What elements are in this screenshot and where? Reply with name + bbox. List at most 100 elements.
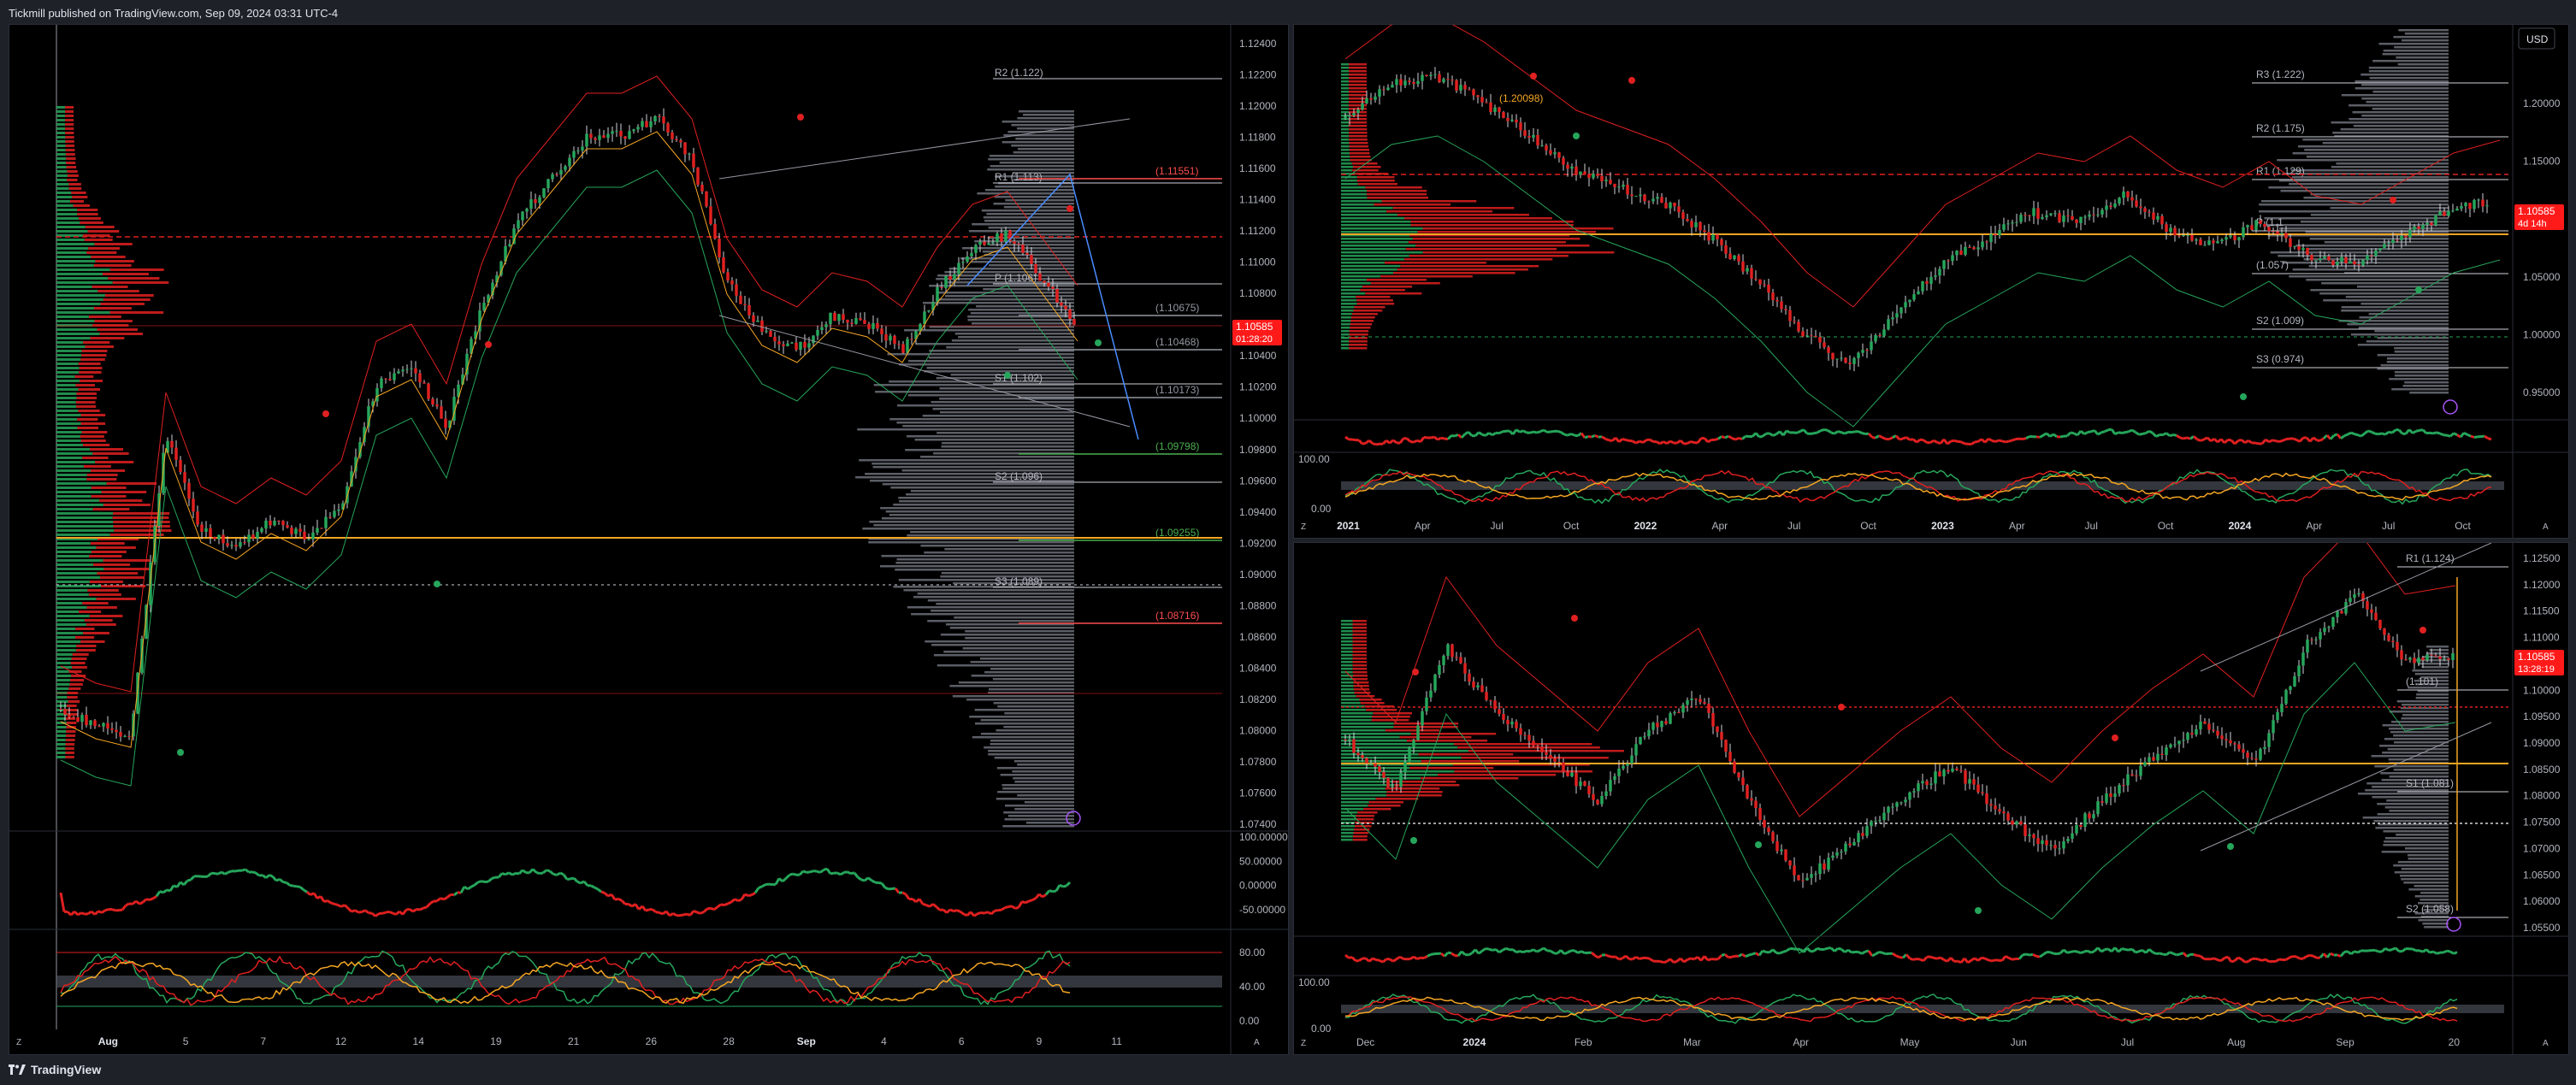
br-candle xyxy=(1438,664,1441,675)
tradingview-brand[interactable]: TradingView xyxy=(31,1059,101,1080)
top-right-chart-panel[interactable]: 1.200001.150001.100001.050001.000000.950… xyxy=(1293,15,2569,539)
tr-candle xyxy=(1758,279,1762,285)
tr-candle xyxy=(1976,247,1980,250)
br-candle xyxy=(1955,768,1959,770)
tr-candle xyxy=(2169,227,2172,233)
tr-osc1-line xyxy=(2005,439,2010,444)
left-osc1-line xyxy=(724,902,729,906)
br-candle xyxy=(1489,699,1492,701)
left-volume-profile-bar xyxy=(56,149,66,151)
tr-candle xyxy=(2468,203,2472,209)
tr-osc1-line xyxy=(1519,429,1524,433)
left-volume-profile-bar xyxy=(56,628,76,630)
left-osc1-line xyxy=(422,905,428,910)
tr-osc1-line xyxy=(2059,434,2065,439)
left-volume-profile-bar xyxy=(56,388,79,391)
left-volume-profile-bar xyxy=(69,683,83,686)
br-candle xyxy=(1510,722,1514,725)
tr-volume-profile-bar xyxy=(1404,217,1552,220)
bottom-right-chart-svg[interactable]: 1.125001.120001.115001.110001.105001.100… xyxy=(1294,525,2568,1054)
left-volume-profile-bar xyxy=(936,298,1074,301)
br-osc1-line xyxy=(2172,952,2177,957)
left-osc1-line xyxy=(152,895,157,900)
left-osc1-line xyxy=(871,879,876,884)
left-volume-profile-bar xyxy=(56,512,114,515)
left-volume-profile-bar xyxy=(889,380,1074,383)
tr-alert-icon[interactable] xyxy=(2443,399,2458,415)
tr-volume-profile-bar xyxy=(2280,190,2449,192)
tr-osc1-line xyxy=(2408,428,2414,434)
top-right-chart-svg[interactable]: 1.200001.150001.100001.050001.000000.950… xyxy=(1294,15,2568,538)
left-candle xyxy=(337,509,340,511)
br-candle xyxy=(2049,845,2053,846)
tr-candle xyxy=(1425,74,1428,77)
tr-osc1-line xyxy=(1974,439,1979,444)
br-volume-profile-bar xyxy=(1341,692,1355,694)
tr-volume-profile-bar xyxy=(2361,97,2449,100)
tr-volume-profile-bar xyxy=(1349,84,1368,86)
br-osc1-line xyxy=(1779,950,1784,955)
tr-volume-profile-bar xyxy=(2397,63,2449,66)
tr-candle xyxy=(1365,97,1368,103)
tr-candle xyxy=(1626,185,1629,195)
left-candle xyxy=(260,528,263,533)
left-candle xyxy=(786,343,789,346)
left-pivot-label: S1 (1.102) xyxy=(995,372,1043,384)
tr-candle xyxy=(2109,205,2112,208)
br-osc1-line xyxy=(2309,953,2314,958)
left-osc1-line xyxy=(942,908,948,914)
left-volume-profile-bar xyxy=(79,610,102,613)
tr-candle xyxy=(1788,310,1792,321)
left-candle xyxy=(196,511,199,525)
left-candle xyxy=(653,115,657,122)
left-volume-profile-bar xyxy=(103,504,151,506)
br-osc1-line xyxy=(2289,955,2294,959)
left-chart-panel[interactable]: 1.12400 1.12200 1.12000 1.11800 1.11600 1.114… xyxy=(9,24,1289,1055)
left-osc1-line xyxy=(145,898,151,901)
left-volume-profile-bar xyxy=(976,305,1074,308)
left-volume-profile-bar xyxy=(56,401,76,404)
left-volume-profile-bar xyxy=(907,394,1074,397)
left-volume-profile-bar xyxy=(890,486,1074,489)
br-osc1-line xyxy=(1909,957,1914,961)
br-price-tick: 1.11000 xyxy=(2523,632,2560,644)
left-candle xyxy=(324,516,328,528)
left-osc1-line xyxy=(960,911,965,916)
br-alert-icon[interactable] xyxy=(2446,917,2461,932)
left-osc1-line xyxy=(778,877,783,883)
left-price-tick: 1.11200 xyxy=(1239,225,1276,237)
left-osc1-line xyxy=(522,869,527,874)
tr-osc1-line xyxy=(2142,432,2147,435)
left-osc1-line xyxy=(487,877,493,883)
left-candle xyxy=(966,256,969,262)
left-volume-profile-bar xyxy=(56,157,67,160)
tr-osc1-line xyxy=(1998,439,2003,443)
left-volume-profile-bar xyxy=(66,730,76,733)
bottom-right-chart-panel[interactable]: 1.125001.120001.115001.110001.105001.100… xyxy=(1293,525,2569,1055)
left-candle xyxy=(893,335,896,345)
left-volume-profile-bar xyxy=(56,247,89,250)
left-chart-svg[interactable]: 1.124001.122001.120001.118001.116001.114… xyxy=(9,25,1288,1054)
br-osc1-line xyxy=(2220,957,2225,962)
tr-volume-profile-bar xyxy=(1405,248,1557,251)
tr-candle xyxy=(1416,80,1420,85)
left-volume-profile-bar xyxy=(1011,144,1074,147)
left-volume-profile-bar xyxy=(56,606,87,609)
left-candle xyxy=(752,315,755,322)
br-candle xyxy=(2242,749,2245,753)
left-price-tick: 1.12000 xyxy=(1239,100,1277,112)
left-volume-profile-bar xyxy=(66,166,77,168)
tr-candle xyxy=(2455,208,2459,211)
left-volume-profile-bar xyxy=(997,705,1074,708)
br-candle xyxy=(1947,770,1950,772)
br-osc1-line xyxy=(1676,957,1681,963)
br-osc1-line xyxy=(2022,952,2027,957)
left-price-tick: 1.12400 xyxy=(1239,38,1277,50)
footer-brand[interactable]: TradingView xyxy=(9,1059,101,1080)
left-osc1-line xyxy=(753,887,760,894)
br-price-tick: 1.06000 xyxy=(2523,895,2561,907)
br-candle xyxy=(1643,736,1646,738)
tr-candle xyxy=(1587,174,1591,179)
tr-candle xyxy=(2353,261,2356,265)
tr-volume-profile-bar xyxy=(1356,303,1395,305)
